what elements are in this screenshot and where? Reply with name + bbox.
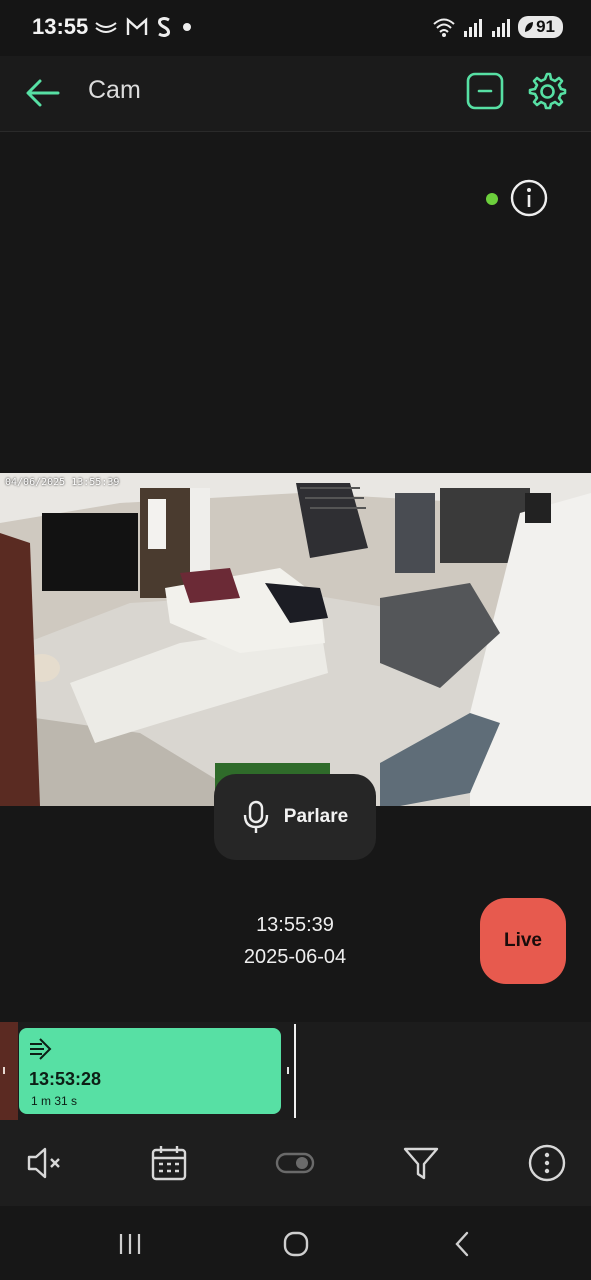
arrow-left-icon xyxy=(26,79,60,107)
bottom-toolbar xyxy=(0,1120,591,1206)
online-indicator xyxy=(486,193,498,205)
talk-button[interactable]: Parlare xyxy=(214,774,376,860)
room-scene-image xyxy=(0,473,591,806)
motion-icon xyxy=(30,1038,52,1060)
wave-icon xyxy=(95,22,117,33)
more-vertical-icon xyxy=(528,1144,566,1182)
recents-icon xyxy=(119,1234,141,1254)
signal-icon xyxy=(464,19,483,37)
back-nav-button[interactable] xyxy=(442,1226,482,1262)
signal-icon xyxy=(492,19,511,37)
mute-button[interactable] xyxy=(24,1142,66,1184)
minimize-button[interactable] xyxy=(466,72,504,110)
calendar-button[interactable] xyxy=(148,1142,190,1184)
live-button[interactable]: Live xyxy=(480,898,566,984)
camera-video-feed[interactable]: 04/06/2025 13:55:39 xyxy=(0,473,591,806)
s-app-icon xyxy=(158,17,170,37)
app-bar: Cam xyxy=(0,56,591,132)
playback-date: 2025-06-04 xyxy=(243,946,347,968)
camera-viewer[interactable]: 04/06/2025 13:55:39 Parlare 13:55:39 202… xyxy=(0,132,591,1022)
filter-button[interactable] xyxy=(400,1142,442,1184)
playhead[interactable] xyxy=(294,1024,296,1118)
gear-icon xyxy=(528,72,567,110)
dot-icon xyxy=(183,23,191,31)
video-timestamp: 04/06/2025 13:55:39 xyxy=(5,477,120,488)
settings-button[interactable] xyxy=(526,70,568,112)
gmail-icon xyxy=(126,17,148,35)
status-time: 13:55 xyxy=(32,14,89,39)
playback-time: 13:55:39 xyxy=(256,914,334,936)
calendar-icon xyxy=(151,1146,187,1181)
talk-label: Parlare xyxy=(283,806,349,827)
home-button[interactable] xyxy=(276,1226,316,1262)
battery-level: 91 xyxy=(536,17,555,36)
clip-end-mark xyxy=(287,1067,289,1074)
info-icon xyxy=(510,179,548,217)
minus-square-icon xyxy=(466,72,504,110)
speaker-muted-icon xyxy=(27,1147,60,1179)
leaf-icon xyxy=(525,22,534,32)
clip-time: 13:53:28 xyxy=(29,1069,102,1089)
status-bar: 13:55 91 xyxy=(0,0,591,56)
clip-edge-mark xyxy=(3,1067,5,1074)
wifi-icon xyxy=(433,18,455,37)
info-button[interactable] xyxy=(510,179,548,217)
timeline-previous-clip[interactable] xyxy=(0,1022,18,1120)
more-options-button[interactable] xyxy=(526,1142,568,1184)
chevron-left-icon xyxy=(455,1231,469,1257)
system-nav-bar xyxy=(0,1206,591,1280)
toggle-icon xyxy=(275,1152,315,1174)
recents-button[interactable] xyxy=(110,1226,150,1262)
back-button[interactable] xyxy=(22,72,64,114)
filter-icon xyxy=(403,1147,439,1180)
clip-duration: 1 m 31 s xyxy=(31,1094,78,1108)
mode-toggle[interactable] xyxy=(274,1142,316,1184)
home-icon xyxy=(283,1231,309,1257)
event-clip[interactable]: 13:53:28 1 m 31 s xyxy=(19,1028,281,1114)
battery-indicator: 91 xyxy=(518,16,563,38)
page-title: Cam xyxy=(88,76,141,104)
microphone-icon xyxy=(243,800,268,833)
timeline[interactable]: 13:53:28 1 m 31 s xyxy=(0,1022,591,1120)
